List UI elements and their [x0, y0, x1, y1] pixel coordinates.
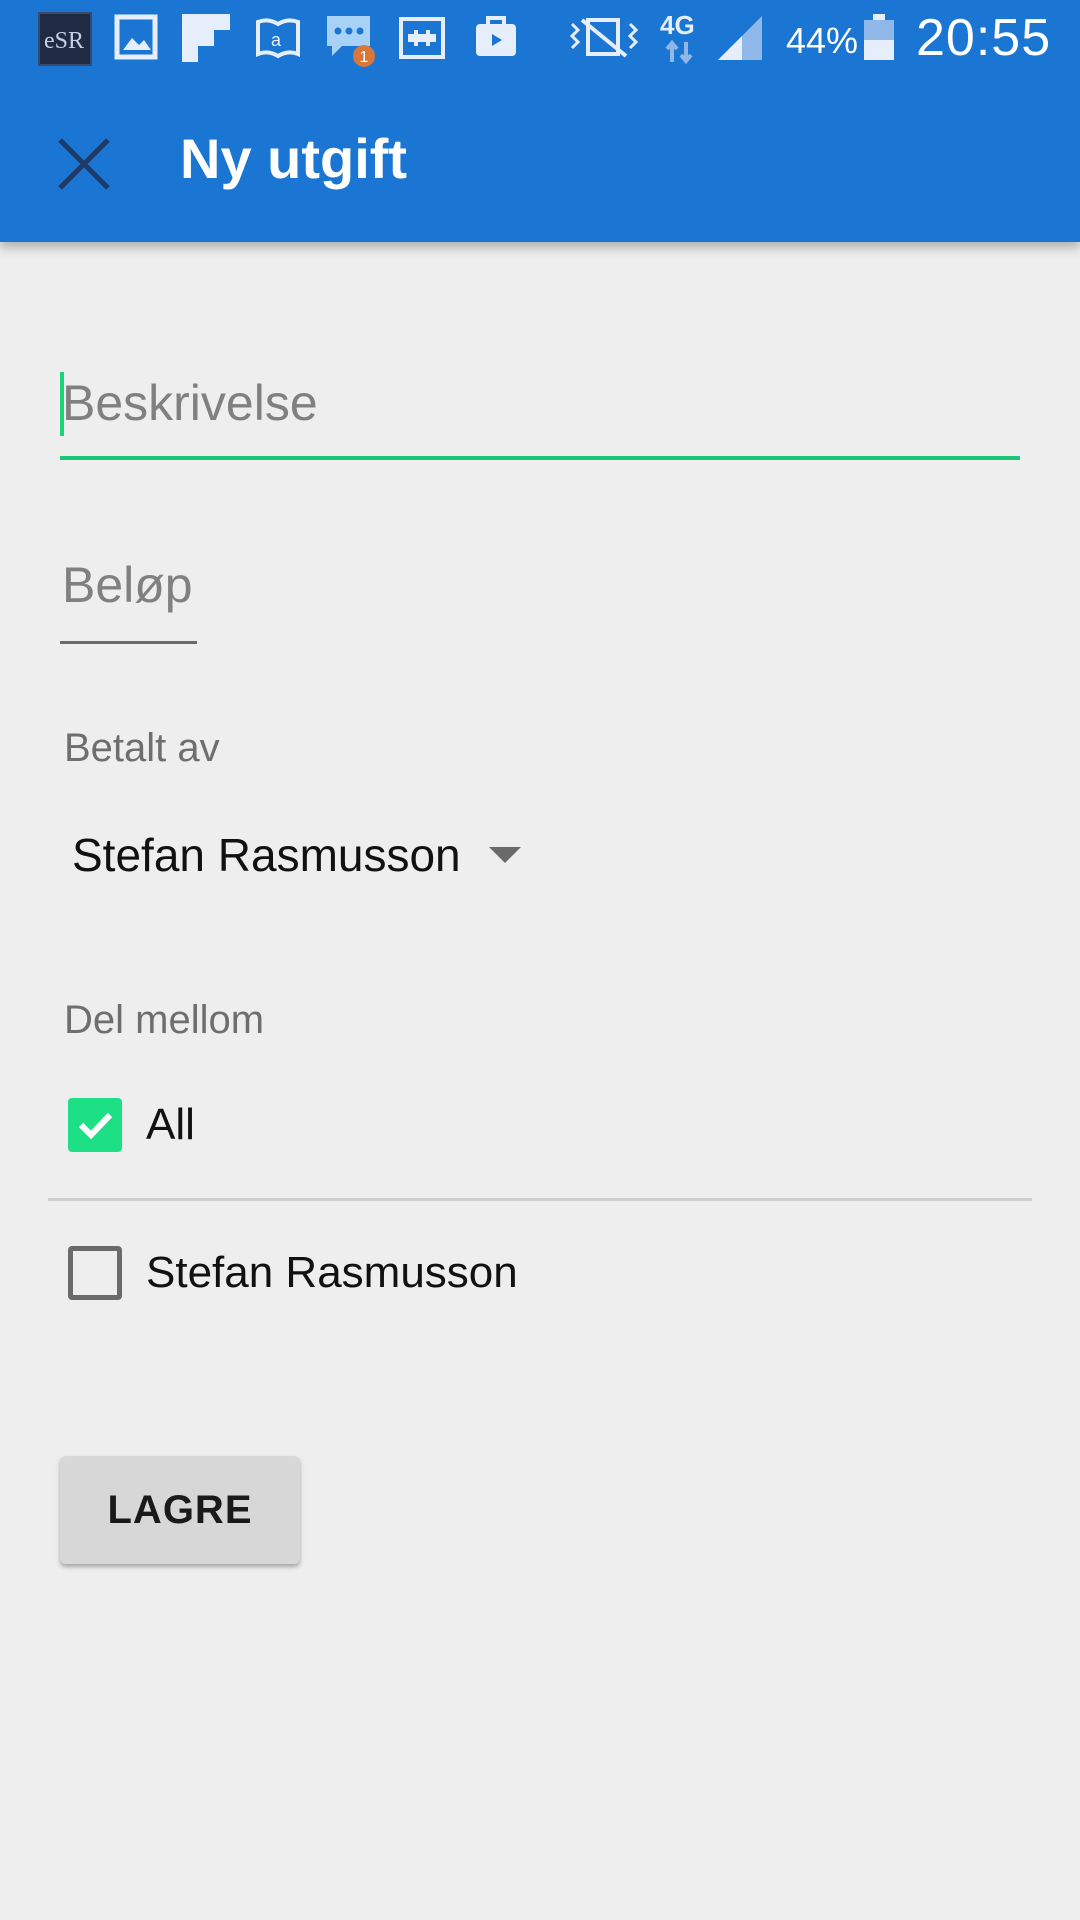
flipboard-icon	[180, 12, 232, 64]
app-icon: eSR	[38, 12, 92, 66]
split-option-all[interactable]: All	[68, 1098, 195, 1152]
save-button[interactable]: LAGRE	[60, 1456, 300, 1564]
voicemail-icon	[398, 16, 446, 68]
dropdown-arrow-icon	[488, 847, 521, 863]
svg-text:a: a	[271, 30, 282, 50]
checkbox-unchecked[interactable]	[68, 1246, 122, 1300]
split-option-stefan[interactable]: Stefan Rasmusson	[68, 1246, 518, 1300]
split-label: Del mellom	[64, 998, 265, 1042]
amazon-kindle-icon: a	[254, 14, 302, 66]
battery-percent: 44%	[786, 20, 859, 61]
app-bar: eSR a 1 4G 44% 20:55 Ny utgift	[0, 0, 1080, 242]
close-icon	[58, 138, 110, 190]
signal-icon	[716, 14, 764, 66]
checkmark-icon	[78, 1112, 113, 1140]
paid-by-dropdown[interactable]: Stefan Rasmusson	[60, 820, 540, 890]
amount-input[interactable]: Beløp	[60, 556, 197, 644]
paid-by-value: Stefan Rasmusson	[72, 829, 461, 881]
description-underline	[60, 456, 1020, 460]
chat-icon: 1	[324, 12, 380, 67]
split-option-label: All	[146, 1100, 195, 1149]
4g-icon: 4G	[656, 8, 706, 65]
status-clock: 20:55	[916, 9, 1052, 67]
paid-by-label: Betalt av	[64, 726, 220, 770]
page-title: Ny utgift	[180, 127, 408, 190]
vibrate-icon	[568, 14, 640, 66]
gallery-icon	[114, 14, 158, 66]
network-type: 4G	[660, 10, 695, 40]
description-placeholder: Beskrivelse	[62, 375, 318, 431]
amount-placeholder: Beløp	[62, 557, 193, 613]
briefcase-icon	[472, 14, 520, 66]
amount-underline	[60, 641, 197, 644]
svg-text:eSR: eSR	[44, 28, 84, 54]
checkbox-checked[interactable]	[68, 1098, 122, 1152]
divider	[48, 1198, 1032, 1201]
close-button[interactable]	[42, 122, 126, 206]
split-option-label: Stefan Rasmusson	[146, 1248, 518, 1297]
battery-icon	[862, 12, 896, 64]
status-bar: eSR a 1 4G 44% 20:55	[0, 0, 1080, 80]
notification-count: 1	[360, 49, 369, 66]
description-input[interactable]: Beskrivelse	[60, 372, 1020, 460]
